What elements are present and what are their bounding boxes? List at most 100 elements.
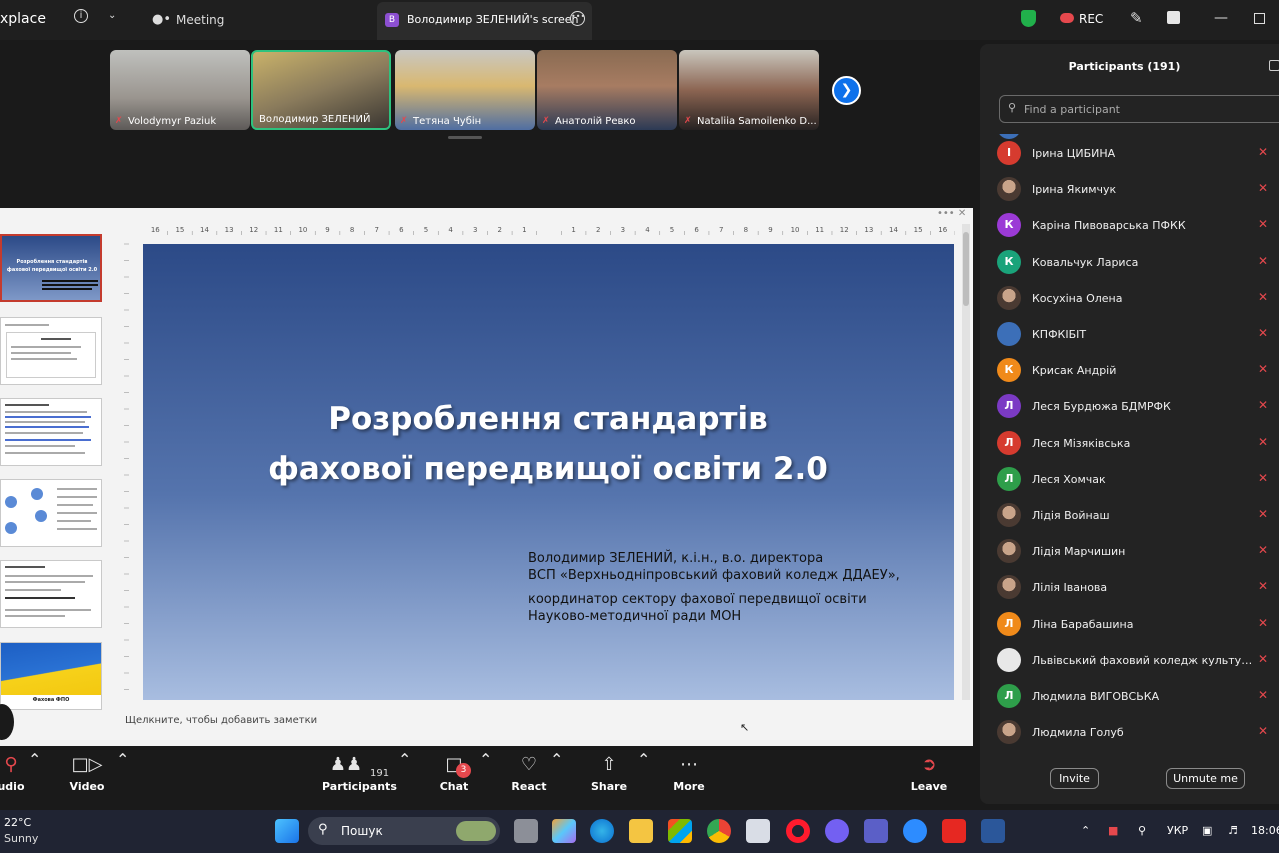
audio-button[interactable]: ⚲ udio	[0, 750, 26, 793]
chrome-icon[interactable]	[707, 819, 731, 843]
edge-browser-icon[interactable]	[590, 819, 614, 843]
viber-icon[interactable]	[825, 819, 849, 843]
participant-row[interactable]: І Ірина ЦИБИНА ✕	[980, 136, 1279, 172]
mic-muted-icon[interactable]: ✕	[1258, 290, 1268, 304]
leave-button[interactable]: ➲ Leave	[910, 750, 948, 793]
chat-button[interactable]: □ 3 Chat	[436, 750, 472, 793]
mic-muted-icon[interactable]: ✕	[1258, 507, 1268, 521]
chevron-down-icon[interactable]: ⌄	[108, 10, 116, 21]
participant-row[interactable]: Л Леся Мізяківська ✕	[980, 426, 1279, 462]
mic-muted-icon[interactable]: ✕	[1258, 326, 1268, 340]
network-tray-icon[interactable]: ▣	[1202, 824, 1212, 837]
next-videos-button[interactable]: ❯	[832, 76, 861, 105]
microphone-tray-icon[interactable]: ⚲	[1138, 824, 1146, 837]
zoom-icon[interactable]	[903, 819, 927, 843]
weather-temperature[interactable]: 22°C	[4, 816, 31, 829]
participant-row[interactable]: КПФКІБІТ ✕	[980, 317, 1279, 353]
mic-muted-icon[interactable]: ✕	[1258, 543, 1268, 557]
mic-muted-icon[interactable]: ✕	[1258, 362, 1268, 376]
mic-muted-icon[interactable]: ✕	[1258, 254, 1268, 268]
slide-thumbnail-2[interactable]	[0, 317, 102, 385]
share-options-chevron-icon[interactable]: ⌃	[637, 750, 650, 769]
annotate-pen-icon[interactable]: ✎	[1130, 9, 1143, 27]
mic-muted-icon[interactable]: ✕	[1258, 616, 1268, 630]
slide-canvas[interactable]: Розроблення стандартів фахової передвищо…	[143, 244, 954, 700]
participant-row[interactable]: К Ковальчук Лариса ✕	[980, 245, 1279, 281]
snipping-tool-icon[interactable]	[746, 819, 770, 843]
more-button[interactable]: ⋯ More	[672, 750, 706, 793]
share-button[interactable]: ⇧ Share	[590, 750, 628, 793]
participant-row[interactable]: Л Леся Бурдюжа БДМРФК ✕	[980, 389, 1279, 425]
participant-row[interactable]: Л Леся Хомчак ✕	[980, 462, 1279, 498]
slide-thumbnail-1[interactable]: Розроблення стандартів фахової передвищо…	[0, 234, 102, 302]
participant-row[interactable]: Л Людмила ВИГОВСЬКА ✕	[980, 679, 1279, 715]
opera-icon[interactable]	[786, 819, 810, 843]
unmute-me-button[interactable]: Unmute me	[1166, 768, 1245, 789]
react-button[interactable]: ♡ React	[511, 750, 547, 793]
slide-thumbnail-3[interactable]	[0, 398, 102, 466]
participant-row[interactable]: Лідія Марчишин ✕	[980, 534, 1279, 570]
info-icon[interactable]: i	[74, 9, 88, 23]
participant-row[interactable]: Львівський фаховий коледж культури і ми.…	[980, 643, 1279, 679]
mic-muted-icon[interactable]: ✕	[1258, 145, 1268, 159]
participant-list[interactable]: І Ірина ЦИБИНА ✕ Ірина Якимчук ✕ К Каріна Пиво…	[980, 134, 1279, 754]
antivirus-tray-icon[interactable]: ■	[1108, 824, 1118, 837]
video-tile-active[interactable]: Володимир ЗЕЛЕНИЙ	[251, 50, 391, 130]
acrobat-icon[interactable]	[942, 819, 966, 843]
mic-muted-icon[interactable]: ✕	[1258, 724, 1268, 738]
minimize-icon[interactable]: —	[1214, 10, 1228, 26]
participant-row[interactable]: Лілія Іванова ✕	[980, 570, 1279, 606]
scrollbar-thumb[interactable]	[963, 232, 969, 306]
react-options-chevron-icon[interactable]: ⌃	[550, 750, 563, 769]
popout-icon[interactable]	[1269, 60, 1279, 71]
share-options-icon[interactable]: ••• ✕	[937, 208, 966, 219]
video-button[interactable]: □▷ Video	[66, 750, 108, 793]
video-tile[interactable]: ✗ Volodymyr Paziuk	[110, 50, 250, 130]
mic-muted-icon[interactable]: ✕	[1258, 471, 1268, 485]
participants-options-chevron-icon[interactable]: ⌃	[398, 750, 411, 769]
participant-row[interactable]: Людмила Голуб ✕	[980, 715, 1279, 751]
participant-search-input[interactable]	[999, 95, 1279, 123]
chat-options-chevron-icon[interactable]: ⌃	[479, 750, 492, 769]
rec-label[interactable]: REC	[1079, 12, 1103, 26]
participant-row[interactable]: Косухіна Олена ✕	[980, 281, 1279, 317]
volume-tray-icon[interactable]: ♬	[1228, 824, 1238, 837]
start-button[interactable]	[275, 819, 299, 843]
notes-field[interactable]: Щелкните, чтобы добавить заметки	[125, 715, 317, 726]
video-tile[interactable]: ✗ Тетяна Чубін	[395, 50, 535, 130]
mic-muted-icon[interactable]: ✕	[1258, 217, 1268, 231]
tab-shared-screen[interactable]: B Володимир ЗЕЛЕНИЙ's screen •••	[377, 2, 592, 40]
mic-muted-icon[interactable]: ✕	[1258, 435, 1268, 449]
video-strip-resize-handle[interactable]	[448, 136, 482, 139]
maximize-icon[interactable]	[1254, 13, 1265, 24]
meeting-label[interactable]: Meeting	[176, 13, 224, 27]
mic-muted-icon[interactable]: ✕	[1258, 579, 1268, 593]
teams-icon[interactable]	[864, 819, 888, 843]
copilot-icon[interactable]	[552, 819, 576, 843]
store-icon[interactable]	[668, 819, 692, 843]
slide-thumbnail-6[interactable]: Фахова ФПО	[0, 642, 102, 710]
mic-muted-icon[interactable]: ✕	[1258, 181, 1268, 195]
slide-thumbnail-5[interactable]	[0, 560, 102, 628]
participants-button[interactable]: ♟♟ 191 Participants	[322, 750, 397, 793]
language-indicator[interactable]: УКР	[1167, 824, 1188, 837]
weather-condition[interactable]: Sunny	[4, 832, 38, 845]
participant-row[interactable]: К Каріна Пивоварська ПФКК ✕	[980, 208, 1279, 244]
audio-options-chevron-icon[interactable]: ⌃	[28, 750, 41, 769]
invite-button[interactable]: Invite	[1050, 768, 1099, 789]
shared-screen[interactable]: ••• ✕ Розроблення стандартів фахової пер…	[0, 208, 973, 746]
participant-row[interactable]: Л Ліна Барабашина ✕	[980, 607, 1279, 643]
more-icon[interactable]: •••	[570, 11, 585, 26]
slide-scrollbar[interactable]	[962, 224, 970, 700]
video-options-chevron-icon[interactable]: ⌃	[116, 750, 129, 769]
encryption-shield-icon[interactable]	[1021, 10, 1036, 27]
slide-thumbnail-4[interactable]	[0, 479, 102, 547]
mic-muted-icon[interactable]: ✕	[1258, 398, 1268, 412]
mic-muted-icon[interactable]: ✕	[1258, 652, 1268, 666]
video-tile[interactable]: ✗ Анатолій Ревко	[537, 50, 677, 130]
apps-icon[interactable]	[1167, 11, 1180, 24]
participant-row[interactable]: Ірина Якимчук ✕	[980, 172, 1279, 208]
show-hidden-icons-icon[interactable]: ⌃	[1081, 824, 1090, 837]
participant-row[interactable]: К Крисак Андрій ✕	[980, 353, 1279, 389]
mic-muted-icon[interactable]: ✕	[1258, 688, 1268, 702]
